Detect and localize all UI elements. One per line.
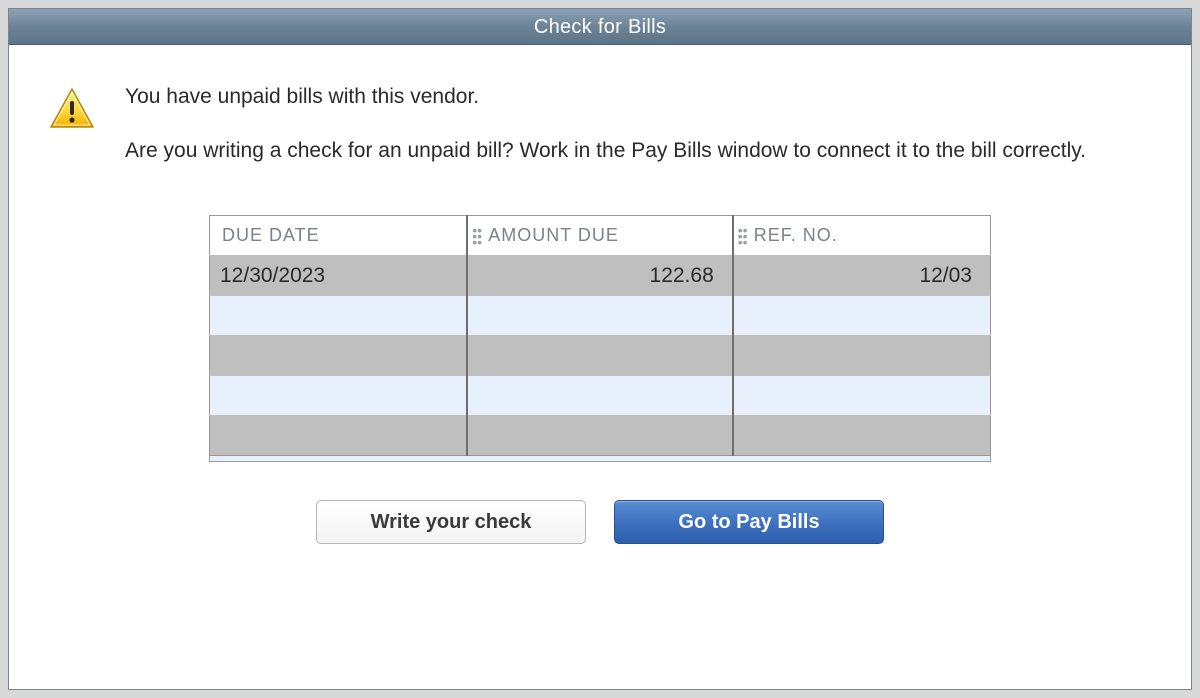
table-row[interactable] (210, 336, 991, 376)
table-footer-strip (209, 456, 991, 462)
column-header-label: AMOUNT DUE (488, 225, 619, 245)
cell-due-date: 12/30/2023 (210, 256, 468, 296)
dialog-title: Check for Bills (9, 9, 1191, 45)
column-grip-icon[interactable]: •••••• (472, 227, 482, 245)
cell-ref-no: 12/03 (733, 256, 991, 296)
table-row[interactable] (210, 296, 991, 336)
go-to-pay-bills-button[interactable]: Go to Pay Bills (614, 500, 884, 544)
dialog-buttons: Write your check Go to Pay Bills (49, 500, 1151, 544)
dialog-content: You have unpaid bills with this vendor. … (9, 45, 1191, 689)
column-header-amount-due[interactable]: •••••• AMOUNT DUE (467, 216, 733, 256)
write-your-check-button[interactable]: Write your check (316, 500, 586, 544)
message-heading: You have unpaid bills with this vendor. (125, 85, 1111, 109)
table-row[interactable]: 12/30/2023 122.68 12/03 (210, 256, 991, 296)
cell-amount-due (467, 416, 733, 456)
cell-amount-due (467, 336, 733, 376)
warning-icon (49, 87, 95, 129)
cell-due-date (210, 336, 468, 376)
column-header-due-date[interactable]: DUE DATE (210, 216, 468, 256)
column-header-ref-no[interactable]: •••••• REF. NO. (733, 216, 991, 256)
column-header-label: DUE DATE (222, 225, 320, 245)
cell-due-date (210, 416, 468, 456)
column-grip-icon[interactable]: •••••• (738, 227, 748, 245)
cell-ref-no (733, 416, 991, 456)
cell-ref-no (733, 376, 991, 416)
bills-table: DUE DATE •••••• AMOUNT DUE •••••• REF. N… (209, 215, 991, 456)
cell-amount-due (467, 376, 733, 416)
cell-amount-due: 122.68 (467, 256, 733, 296)
cell-ref-no (733, 336, 991, 376)
column-header-label: REF. NO. (754, 225, 838, 245)
check-for-bills-dialog: Check for Bills (8, 8, 1192, 690)
cell-ref-no (733, 296, 991, 336)
message-body: Are you writing a check for an unpaid bi… (125, 137, 1111, 165)
bills-table-container: DUE DATE •••••• AMOUNT DUE •••••• REF. N… (209, 215, 991, 462)
table-row[interactable] (210, 376, 991, 416)
cell-amount-due (467, 296, 733, 336)
table-row[interactable] (210, 416, 991, 456)
cell-due-date (210, 296, 468, 336)
cell-due-date (210, 376, 468, 416)
